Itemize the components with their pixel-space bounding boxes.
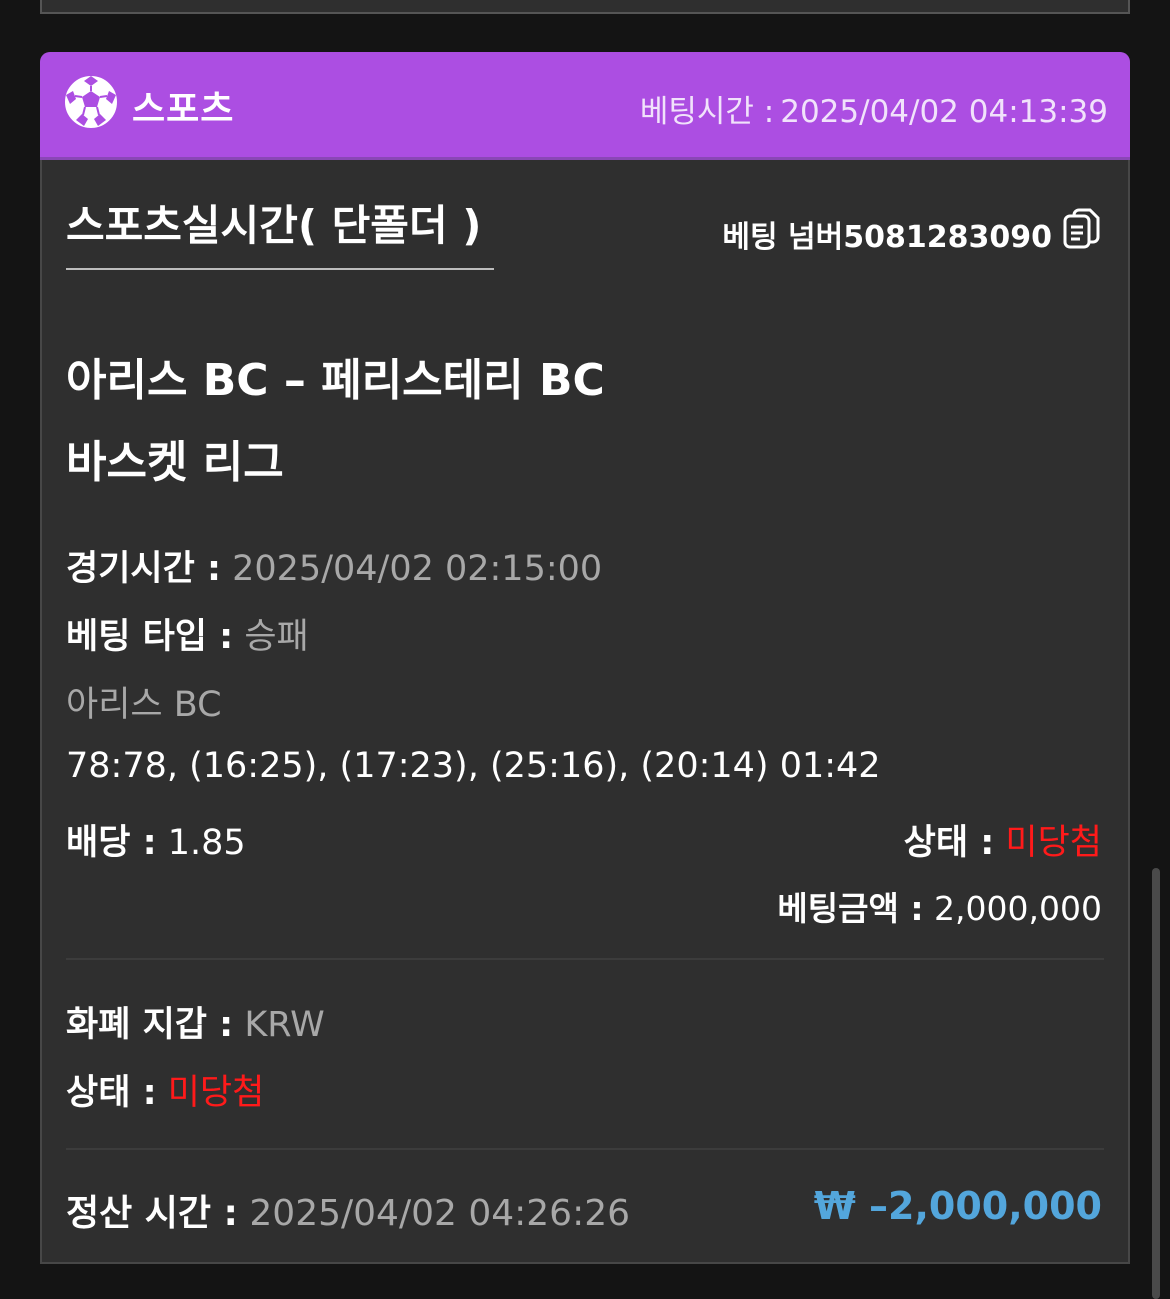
bet-number-label: 베팅 넘버 bbox=[722, 220, 844, 255]
settlement-time-row: 정산 시간 : 2025/04/02 04:26:26 bbox=[66, 1184, 630, 1236]
scrollbar[interactable] bbox=[1152, 868, 1160, 1299]
odds-value: 1.85 bbox=[167, 823, 246, 863]
copy-document-icon[interactable] bbox=[1062, 207, 1102, 251]
odds-label: 배당 : bbox=[66, 823, 157, 863]
bet-time: 베팅시간 :2025/04/02 04:13:39 bbox=[640, 86, 1108, 131]
bet-number: 베팅 넘버5081283090 bbox=[722, 212, 1052, 256]
wallet-status-label: 상태 : bbox=[66, 1073, 157, 1113]
game-time-row: 경기시간 : 2025/04/02 02:15:00 bbox=[66, 540, 602, 591]
bet-time-label: 베팅시간 : bbox=[639, 94, 775, 130]
currency-value: KRW bbox=[244, 1005, 325, 1045]
bet-status-value: 미당첨 bbox=[1005, 823, 1102, 863]
score-row: 78:78, (16:25), (17:23), (25:16), (20:14… bbox=[66, 746, 881, 786]
game-time-label: 경기시간 : bbox=[66, 549, 221, 589]
bet-amount-row: 베팅금액 : 2,000,000 bbox=[777, 882, 1102, 930]
bet-status-row: 상태 : 미당첨 bbox=[904, 814, 1102, 865]
wallet-status-row: 상태 : 미당첨 bbox=[66, 1064, 264, 1115]
currency-label: 화폐 지갑 : bbox=[66, 1005, 234, 1045]
bet-type-label: 베팅 타입 : bbox=[66, 617, 234, 657]
pick-row: 아리스 BC bbox=[66, 676, 222, 727]
divider bbox=[66, 1148, 1104, 1150]
wallet-status-value: 미당첨 bbox=[167, 1073, 265, 1113]
section-title-underline bbox=[66, 268, 494, 270]
league-name: 바스켓 리그 bbox=[66, 437, 284, 488]
card-header: 스포츠 베팅시간 :2025/04/02 04:13:39 bbox=[40, 52, 1130, 160]
category-title: 스포츠 bbox=[132, 89, 235, 130]
settlement-amount: ₩ –2,000,000 bbox=[813, 1184, 1102, 1228]
score-value: 78:78, (16:25), (17:23), (25:16), (20:14… bbox=[66, 746, 881, 786]
settlement-time-value: 2025/04/02 04:26:26 bbox=[249, 1193, 631, 1234]
bet-time-value: 2025/04/02 04:13:39 bbox=[780, 94, 1108, 130]
pick-value: 아리스 BC bbox=[66, 685, 222, 725]
bet-history-card: 스포츠 베팅시간 :2025/04/02 04:13:39 스포츠실시간( 단폴… bbox=[40, 52, 1130, 1264]
bet-section-title: 스포츠실시간( 단폴더 ) bbox=[66, 201, 482, 250]
odds-row: 배당 : 1.85 bbox=[66, 814, 246, 865]
bet-type-row: 베팅 타입 : 승패 bbox=[66, 608, 309, 659]
match-name: 아리스 BC – 페리스테리 BC bbox=[66, 355, 605, 406]
previous-card-bottom bbox=[40, 0, 1130, 14]
soccer-ball-icon bbox=[63, 74, 119, 130]
bet-amount-value: 2,000,000 bbox=[934, 889, 1102, 928]
settlement-time-label: 정산 시간 : bbox=[66, 1193, 238, 1234]
divider bbox=[66, 958, 1104, 960]
bet-number-value: 5081283090 bbox=[843, 220, 1052, 255]
game-time-value: 2025/04/02 02:15:00 bbox=[232, 549, 603, 589]
bet-amount-label: 베팅금액 : bbox=[777, 889, 924, 928]
currency-row: 화폐 지갑 : KRW bbox=[66, 996, 325, 1047]
bet-status-label: 상태 : bbox=[903, 823, 995, 863]
bet-type-value: 승패 bbox=[244, 617, 309, 657]
